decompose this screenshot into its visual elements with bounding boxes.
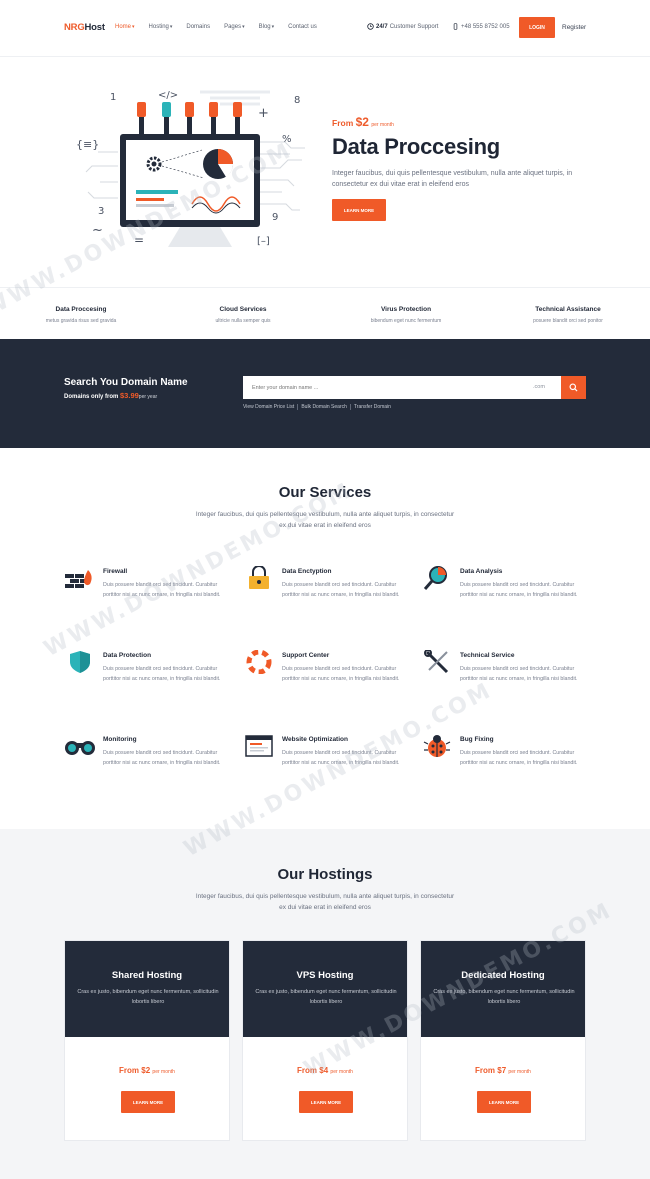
glyph-doc: {≡} [76,138,99,151]
phone-number[interactable]: +48 555 8752 005 [452,23,510,30]
chevron-down-icon: ▾ [132,24,135,30]
domain-tld[interactable]: .com [533,384,545,390]
hostings-subtitle: Integer faucibus, dui quis pellentesque … [195,893,455,911]
services-subtitle: Integer faucibus, dui quis pellentesque … [195,511,455,529]
card-header: Dedicated Hosting Cras ex justo, bibendu… [421,941,585,1037]
domain-search-section: Search You Domain Name Domains only from… [0,339,650,448]
glyph-1: 1 [110,92,116,103]
domain-search-button[interactable] [561,376,586,399]
logo[interactable]: NRGHost [64,22,105,33]
search-icon [569,383,578,392]
magnifier-chart-icon [423,566,447,590]
hosting-card-vps: VPS Hosting Cras ex justo, bibendum eget… [242,940,408,1141]
hero-section: 1 </> 8 + % {≡} 3 ~ = 9 [–] From $2 per … [0,57,650,287]
chevron-down-icon: ▾ [271,24,275,30]
nav-item-home[interactable]: Home▾ [115,24,135,30]
main-nav: Home▾ Hosting▾ Domains Pages▾ Blog▾ Cont… [115,24,331,30]
nav-item-hosting[interactable]: Hosting▾ [149,24,173,30]
glyph-plus: + [258,106,269,121]
register-link[interactable]: Register [562,24,586,31]
services-section: Our Services Integer faucibus, dui quis … [0,448,650,829]
card-description: Cras ex justo, bibendum eget nunc fermen… [77,989,219,1005]
site-header: NRGHost Home▾ Hosting▾ Domains Pages▾ Bl… [0,0,650,57]
domain-search-input[interactable] [243,376,561,399]
feature-strip: Data Proccesing metus gravida risus sed g… [0,287,650,339]
card-title: Shared Hosting [111,970,183,981]
login-button[interactable]: LOGIN [519,17,555,38]
glyph-code: </> [158,90,178,101]
glyph-percent: % [282,134,292,145]
hosting-card-dedicated: Dedicated Hosting Cras ex justo, bibendu… [420,940,586,1141]
nav-item-contact[interactable]: Contact us [288,24,317,30]
service-support-center[interactable]: Support Center Duis posuere blandit orci … [243,650,413,710]
card-description: Cras ex justo, bibendum eget nunc fermen… [433,989,575,1005]
service-data-analysis[interactable]: Data Analysis Duis posuere blandit orci s… [421,566,591,626]
card-description: Cras ex justo, bibendum eget nunc fermen… [255,989,397,1005]
chevron-down-icon: ▾ [169,24,173,30]
nav-item-domains[interactable]: Domains [186,24,210,30]
card-title: VPS Hosting [296,970,354,981]
service-firewall[interactable]: Firewall Duis posuere blandit orci sed ti… [64,566,234,626]
tools-icon [424,650,449,674]
card-price: From $2 per month [119,1066,175,1075]
card-price: From $4 per month [297,1066,353,1075]
hero-learn-more-button[interactable]: LEARN MORE [332,199,386,221]
binoculars-icon [65,741,95,755]
link-bulk-domain-search[interactable]: Bulk Domain Search [298,404,351,410]
firewall-icon [65,570,92,588]
lifebuoy-icon [246,650,272,674]
service-technical-service[interactable]: Technical Service Duis posuere blandit or… [421,650,591,710]
link-domain-price-list[interactable]: View Domain Price List [243,404,299,410]
domain-title: Search You Domain Name [64,377,188,388]
feature-virus-protection[interactable]: Virus Protection bibendum eget nunc ferme… [336,306,476,324]
service-monitoring[interactable]: Monitoring Duis posuere blandit orci sed … [64,734,234,794]
phone-icon [453,23,458,30]
service-bug-fixing[interactable]: Bug Fixing Duis posuere blandit orci sed … [421,734,591,794]
hero-title: Data Proccesing [332,134,500,159]
nav-item-blog[interactable]: Blog▾ [259,24,275,30]
link-transfer-domain[interactable]: Transfer Domain [351,404,394,410]
browser-icon [245,735,273,757]
glyph-bracket: [–] [257,236,270,247]
feature-cloud-services[interactable]: Cloud Services ultricie nulla semper quis [173,306,313,324]
shield-icon [70,651,90,673]
service-data-protection[interactable]: Data Protection Duis posuere blandit orci… [64,650,234,710]
glyph-tilde: ~ [92,223,103,238]
card-price: From $7 per month [475,1066,531,1075]
glyph-3: 3 [98,206,104,217]
clock-icon [367,23,374,30]
card-header: VPS Hosting Cras ex justo, bibendum eget… [243,941,407,1037]
service-website-optimization[interactable]: Website Optimization Duis posuere blandit… [243,734,413,794]
card-title: Dedicated Hosting [461,970,545,981]
data-processing-illustration: 1 </> 8 + % {≡} 3 ~ = 9 [–] [76,90,305,247]
service-data-encryption[interactable]: Data Enctyption Duis posuere blandit orci… [243,566,413,626]
hero-price: From $2 per month [332,115,394,129]
domain-subtitle: Domains only from $3.99per year [64,391,158,400]
glyph-equals: = [134,233,144,247]
lock-icon [249,566,269,589]
nav-item-pages[interactable]: Pages▾ [224,24,245,30]
feature-data-processing[interactable]: Data Proccesing metus gravida risus sed g… [11,306,151,324]
hosting-card-shared: Shared Hosting Cras ex justo, bibendum e… [64,940,230,1141]
hero-description: Integer faucibus, dui quis pellentesque … [332,170,573,188]
hostings-title: Our Hostings [277,866,373,883]
card-learn-more-button[interactable]: LEARN MORE [477,1091,531,1113]
bug-icon [423,735,451,757]
feature-technical-assistance[interactable]: Technical Assistance posuere blandit orci… [498,306,638,324]
card-learn-more-button[interactable]: LEARN MORE [121,1091,175,1113]
glyph-8: 8 [294,95,300,106]
chevron-down-icon: ▾ [242,24,245,30]
services-title: Our Services [278,484,372,501]
glyph-9: 9 [272,212,278,223]
customer-support: 24/7 Customer Support [367,23,438,30]
card-learn-more-button[interactable]: LEARN MORE [299,1091,353,1113]
hostings-section: Our Hostings Integer faucibus, dui quis … [0,829,650,1179]
domain-links: View Domain Price List Bulk Domain Searc… [243,404,394,410]
card-header: Shared Hosting Cras ex justo, bibendum e… [65,941,229,1037]
